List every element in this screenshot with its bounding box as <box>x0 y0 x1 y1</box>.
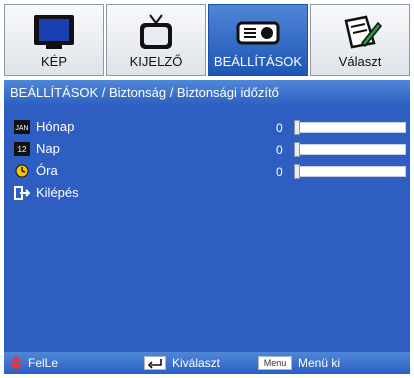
settings-panel: JAN Hónap 0 12 Nap 0 Óra 0 Kilépés <box>4 106 410 352</box>
osd-menu: KÉP KIJELZŐ BEÁLLÍTÁSOK Választ BEÁLLÍTÁ… <box>0 0 414 378</box>
row-value: 0 <box>276 121 283 135</box>
tab-beallitasok[interactable]: BEÁLLÍTÁSOK <box>208 4 308 76</box>
honap-slider[interactable] <box>294 120 406 135</box>
breadcrumb: BEÁLLÍTÁSOK / Biztonság / Biztonsági idő… <box>4 80 410 106</box>
tab-label: KÉP <box>40 54 67 69</box>
day-number-icon: 12 <box>14 142 30 156</box>
footer-label: Kiválaszt <box>172 356 221 370</box>
row-honap[interactable]: JAN Hónap 0 <box>4 116 410 138</box>
nap-slider[interactable] <box>294 142 406 157</box>
slider-thumb[interactable] <box>294 120 300 135</box>
row-label: Nap <box>36 141 60 156</box>
row-kilepes[interactable]: Kilépés <box>4 182 410 204</box>
jan-icon-text: JAN <box>15 125 28 132</box>
day-icon-text: 12 <box>18 145 27 154</box>
row-nap[interactable]: 12 Nap 0 <box>4 138 410 160</box>
tab-label: BEÁLLÍTÁSOK <box>213 54 303 69</box>
notepad-pen-icon <box>344 15 382 49</box>
row-value: 0 <box>276 165 283 179</box>
up-down-arrows-icon <box>10 356 22 370</box>
tab-kep[interactable]: KÉP <box>4 4 104 76</box>
tab-kijelzo[interactable]: KIJELZŐ <box>106 4 206 76</box>
tv-icon <box>140 14 172 49</box>
projector-icon <box>236 21 280 45</box>
footer-item-kivalaszt: Kiválaszt <box>144 352 220 374</box>
enter-arrow-icon <box>147 359 162 369</box>
tab-label: Választ <box>338 54 382 69</box>
clock-icon <box>15 164 29 178</box>
row-value: 0 <box>276 143 283 157</box>
slider-thumb[interactable] <box>294 142 300 157</box>
exit-icon <box>14 186 30 200</box>
row-ora[interactable]: Óra 0 <box>4 160 410 182</box>
jan-calendar-icon: JAN <box>14 120 30 134</box>
menu-key-icon: Menu <box>258 356 292 370</box>
footer-label: FelLe <box>28 356 59 370</box>
enter-key-icon <box>144 356 166 370</box>
ora-slider[interactable] <box>294 164 406 179</box>
monitor-icon <box>34 15 74 49</box>
row-label: Kilépés <box>36 185 79 200</box>
row-label: Hónap <box>36 119 75 134</box>
menu-tabs: KÉP KIJELZŐ BEÁLLÍTÁSOK Választ <box>4 4 410 76</box>
footer-item-felle: FelLe <box>10 352 58 374</box>
tab-label: KIJELZŐ <box>129 54 183 69</box>
tab-valaszt[interactable]: Választ <box>310 4 410 76</box>
footer-item-menu-ki: Menu Menü ki <box>258 352 340 374</box>
footer-bar: FelLe Kiválaszt Menu Menü ki <box>4 352 410 374</box>
footer-label: Menü ki <box>298 356 341 370</box>
slider-thumb[interactable] <box>294 164 300 179</box>
row-label: Óra <box>36 163 58 178</box>
